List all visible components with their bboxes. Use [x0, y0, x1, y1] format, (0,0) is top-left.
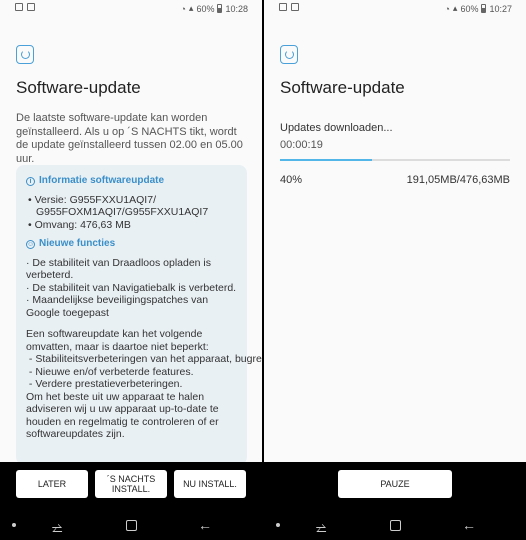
download-status: Updates downloaden... — [280, 122, 393, 134]
night-install-label-line1: ´S NACHTS — [106, 474, 156, 484]
signal-icon: ▴ — [188, 3, 194, 13]
info-section-heading: i Informatie softwareupdate — [26, 175, 237, 188]
action-bar: PAUZE — [264, 462, 526, 512]
notes-item: Een softwareupdate kan het volgende omva… — [26, 328, 209, 353]
nav-dot-icon[interactable] — [12, 523, 16, 527]
update-info-card[interactable]: i Informatie softwareupdate • Versie: G9… — [16, 165, 262, 465]
check-notification-icon — [291, 3, 299, 11]
battery-icon — [217, 4, 223, 13]
wifi-icon: ◔ — [180, 3, 186, 14]
notes-item: - Nieuwe en/of verbeterde features. — [26, 365, 194, 378]
features-section-heading: ☺ Nieuwe functies — [26, 238, 237, 251]
software-update-icon — [16, 45, 34, 64]
navigation-bar: ⥨ ← — [0, 512, 262, 540]
software-update-screen-right: ◔ ▴ 60% 10:27 Software-update Updates do… — [264, 0, 526, 540]
software-update-screen-left: ◔ ▴ 60% 10:28 Software-update De laatste… — [0, 0, 262, 540]
recent-apps-icon[interactable]: ⥨ — [52, 520, 62, 536]
clock: 10:28 — [225, 3, 248, 14]
later-button[interactable]: LATER — [16, 470, 88, 498]
download-progress-bar — [280, 159, 510, 161]
recent-apps-icon[interactable]: ⥨ — [316, 520, 326, 536]
night-install-label: ´S NACHTS INSTALL. — [107, 474, 156, 494]
action-bar: LATER ´S NACHTS INSTALL. NU INSTALL. — [0, 462, 262, 512]
notes-item: Om het beste uit uw apparaat te halen ad… — [26, 390, 219, 441]
features-heading-label: Nieuwe functies — [39, 238, 116, 249]
page-title: Software-update — [280, 78, 405, 97]
back-icon[interactable]: ← — [198, 517, 212, 533]
feature-item: · Maandelijkse beveiligingspatches van G… — [26, 294, 209, 319]
notes-item: - Stabiliteitsverbeteringen van het appa… — [28, 353, 262, 365]
version-line-cont: G955FOXM1AQI7/G955FXXU1AQI7 — [36, 206, 209, 218]
progress-percent: 40% — [280, 174, 303, 186]
size-line: • Omvang: 476,63 MB — [28, 218, 131, 231]
feature-item: · De stabiliteit van Navigatiebalk is ve… — [26, 281, 237, 294]
check-notification-icon — [27, 3, 35, 11]
wifi-icon: ◔ — [444, 3, 450, 14]
night-install-label-line2: INSTALL. — [111, 484, 151, 494]
night-install-button[interactable]: ´S NACHTS INSTALL. — [95, 470, 167, 498]
elapsed-time: 00:00:19 — [280, 139, 323, 151]
signal-icon: ▴ — [452, 3, 458, 13]
home-icon[interactable] — [390, 520, 401, 531]
gallery-notification-icon — [15, 3, 23, 11]
clock: 10:27 — [489, 3, 512, 14]
page-title: Software-update — [16, 78, 141, 97]
back-icon[interactable]: ← — [462, 517, 476, 533]
feature-item: · De stabiliteit van Draadloos opladen i… — [26, 256, 212, 282]
pause-button[interactable]: PAUZE — [338, 470, 452, 498]
nav-dot-icon[interactable] — [276, 523, 280, 527]
battery-percent: 60% — [460, 3, 479, 14]
gallery-notification-icon — [279, 3, 287, 11]
install-now-label: NU INSTALL. — [183, 479, 237, 489]
software-update-icon — [280, 45, 298, 64]
later-button-label: LATER — [37, 479, 67, 489]
version-line: • Versie: G955FXXU1AQI7/ — [28, 193, 156, 206]
pause-button-label: PAUZE — [380, 479, 410, 489]
home-icon[interactable] — [126, 520, 137, 531]
status-bar: ◔ ▴ 60% 10:27 — [264, 0, 526, 16]
install-now-button[interactable]: NU INSTALL. — [174, 470, 246, 498]
download-size: 191,05MB/476,63MB — [406, 174, 510, 186]
battery-percent: 60% — [196, 3, 215, 14]
info-heading-label: Informatie softwareupdate — [39, 175, 165, 186]
person-icon: ☺ — [26, 239, 35, 249]
info-icon: i — [26, 176, 35, 186]
battery-icon — [481, 4, 487, 13]
status-bar: ◔ ▴ 60% 10:28 — [0, 0, 262, 16]
navigation-bar: ⥨ ← — [264, 512, 526, 540]
update-description: De laatste software-update kan worden ge… — [16, 112, 243, 165]
notes-item: - Verdere prestatieverbeteringen. — [26, 378, 183, 390]
download-progress-fill — [280, 159, 372, 161]
